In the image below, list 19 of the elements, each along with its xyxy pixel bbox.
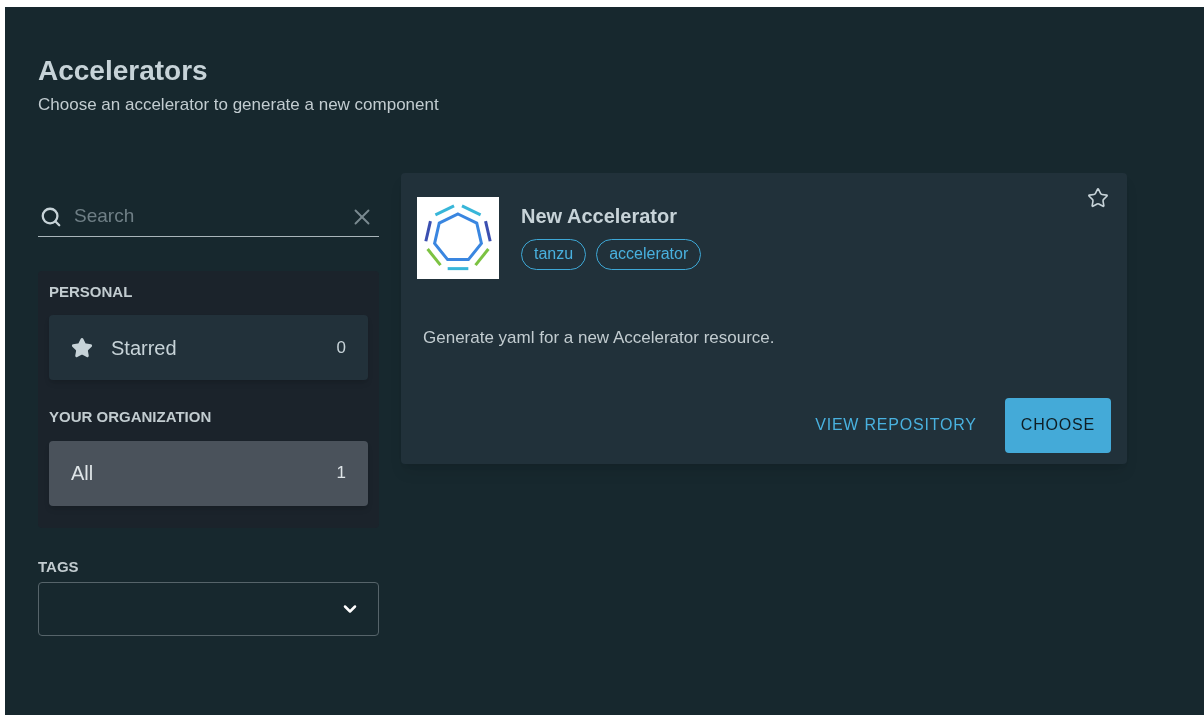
star-icon bbox=[71, 336, 93, 359]
tags-select[interactable] bbox=[38, 582, 379, 636]
search-icon bbox=[40, 205, 62, 228]
page-title: Accelerators bbox=[38, 54, 209, 88]
filter-item[interactable]: Starred 0 bbox=[49, 315, 368, 380]
choose-button[interactable]: CHOOSE bbox=[1004, 397, 1111, 453]
star-icon[interactable] bbox=[1087, 186, 1109, 209]
card-title: New Accelerator bbox=[521, 203, 678, 229]
section-heading: YOUR ORGANIZATION bbox=[49, 407, 213, 427]
filter-item[interactable]: All 1 bbox=[49, 440, 368, 506]
view-repository-link[interactable]: VIEW REPOSITORY bbox=[815, 413, 977, 437]
card-description: Generate yaml for a new Accelerator resource. bbox=[423, 326, 776, 349]
section-heading: PERSONAL bbox=[49, 281, 134, 302]
page-subtitle: Choose an accelerator to generate a new component bbox=[38, 94, 440, 116]
item-count: 1 bbox=[336, 462, 346, 485]
tags-label: TAGS bbox=[38, 556, 80, 577]
search-field[interactable]: Search bbox=[74, 202, 337, 231]
accelerator-logo-icon bbox=[417, 196, 499, 279]
item-count: 0 bbox=[336, 336, 346, 359]
